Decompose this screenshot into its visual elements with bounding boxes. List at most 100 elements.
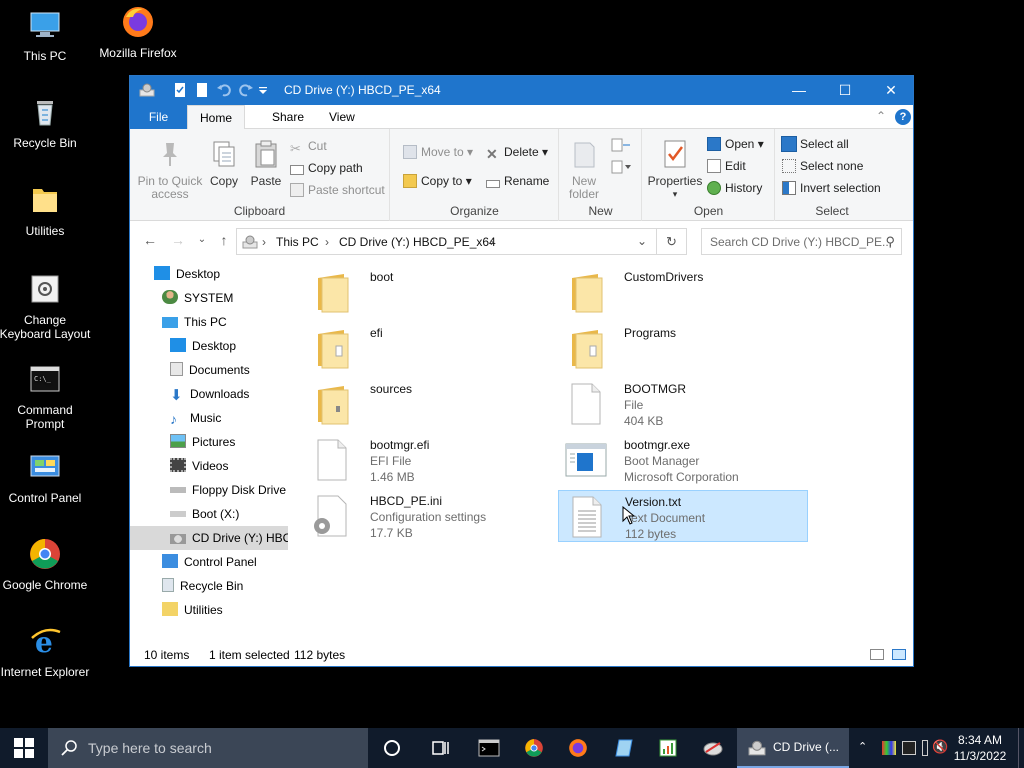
collapse-ribbon-icon[interactable]: ⌃	[876, 109, 886, 123]
volume-muted-icon[interactable]: 🔇	[932, 739, 948, 755]
undo-icon[interactable]	[216, 82, 232, 98]
select-all-button[interactable]: Select all	[781, 135, 849, 153]
nav-item-desktop[interactable]: Desktop	[154, 266, 220, 286]
desktop-icon-recycle-bin[interactable]: Recycle Bin	[0, 95, 93, 150]
breadcrumb-cd-drive[interactable]: CD Drive (Y:) HBCD_PE_x64	[339, 235, 496, 249]
taskbar-app-chrome[interactable]	[512, 728, 556, 768]
back-button[interactable]: ←	[140, 232, 160, 248]
cut-button[interactable]: ✂ Cut	[290, 137, 327, 156]
chevron-down-icon[interactable]	[258, 82, 268, 98]
large-icons-view-icon[interactable]	[892, 649, 906, 660]
paste-button[interactable]: Paste	[246, 139, 286, 188]
show-desktop-button[interactable]	[1018, 728, 1024, 768]
nav-item-this-pc[interactable]: This PC	[162, 310, 227, 334]
help-icon[interactable]: ?	[895, 109, 911, 125]
taskbar-app-spreadsheet[interactable]	[646, 728, 690, 768]
usb-icon[interactable]	[922, 740, 928, 756]
list-item[interactable]: CustomDrivers	[558, 266, 808, 318]
nav-item-documents[interactable]: Documents	[170, 358, 250, 382]
rename-button[interactable]: Rename	[486, 172, 549, 190]
paste-shortcut-button[interactable]: Paste shortcut	[290, 181, 385, 199]
minimize-button[interactable]: —	[776, 76, 822, 105]
list-item-selected[interactable]: Version.txt Text Document 112 bytes	[558, 490, 808, 542]
tab-view[interactable]: View	[317, 105, 367, 129]
address-bar[interactable]: › This PC › CD Drive (Y:) HBCD_PE_x64 › …	[236, 228, 657, 255]
taskbar-search-input[interactable]: Type here to search	[48, 728, 368, 768]
nav-item-floppy[interactable]: Floppy Disk Drive	[170, 478, 286, 502]
nav-item-videos[interactable]: Videos	[170, 454, 228, 478]
new-folder-button[interactable]: New folder	[566, 139, 602, 201]
close-button[interactable]: ✕	[868, 76, 914, 105]
easy-access-icon[interactable]	[610, 159, 632, 175]
taskbar-app-tool[interactable]	[690, 728, 734, 768]
tab-home[interactable]: Home	[187, 105, 246, 130]
nav-item-recycle-bin[interactable]: Recycle Bin	[162, 574, 243, 598]
open-button[interactable]: Open ▾	[707, 135, 764, 153]
copy-path-button[interactable]: Copy path	[290, 159, 363, 177]
display-icon[interactable]	[902, 741, 916, 755]
cortana-button[interactable]	[370, 728, 414, 768]
select-none-button[interactable]: Select none	[782, 157, 863, 175]
move-to-button[interactable]: Move to ▾	[403, 143, 473, 161]
recent-locations-button[interactable]: ⌄	[192, 234, 212, 245]
nav-item-cd-drive[interactable]: CD Drive (Y:) HBC	[130, 526, 288, 550]
tab-share[interactable]: Share	[260, 105, 316, 129]
start-button[interactable]	[0, 728, 48, 768]
invert-selection-button[interactable]: Invert selection	[782, 179, 881, 197]
desktop-icon-command-prompt[interactable]: C:\_ Command Prompt	[0, 362, 93, 431]
properties-icon[interactable]	[172, 82, 188, 98]
up-button[interactable]: ↑	[214, 232, 234, 248]
delete-button[interactable]: ✕ Delete ▾	[486, 143, 548, 162]
tray-overflow-icon[interactable]: ⌃	[858, 740, 867, 753]
list-item[interactable]: bootmgr.exe Boot Manager Microsoft Corpo…	[558, 434, 808, 486]
desktop-icon-firefox[interactable]: Mozilla Firefox	[90, 5, 186, 60]
taskbar-clock[interactable]: 8:34 AM 11/3/2022	[948, 732, 1012, 764]
list-item[interactable]: bootmgr.efi EFI File 1.46 MB	[304, 434, 554, 486]
nav-item-desktop-sub[interactable]: Desktop	[170, 334, 236, 358]
redo-icon[interactable]	[238, 82, 254, 98]
forward-button[interactable]: →	[168, 232, 188, 248]
nav-item-system[interactable]: SYSTEM	[162, 286, 233, 310]
search-input[interactable]: Search CD Drive (Y:) HBCD_PE... ⚲	[701, 228, 902, 255]
nav-item-control-panel[interactable]: Control Panel	[162, 550, 257, 574]
list-item[interactable]: sources	[304, 378, 554, 430]
history-button[interactable]: History	[707, 179, 762, 197]
refresh-button[interactable]: ↻	[657, 228, 687, 255]
breadcrumb-this-pc[interactable]: This PC	[276, 235, 319, 249]
title-bar[interactable]: CD Drive (Y:) HBCD_PE_x64 — ☐ ✕	[130, 76, 913, 105]
copy-button[interactable]: Copy	[206, 139, 242, 188]
new-item-icon[interactable]	[610, 137, 632, 153]
desktop-icon-internet-explorer[interactable]: e Internet Explorer	[0, 624, 93, 679]
edit-button[interactable]: Edit	[707, 157, 746, 175]
taskbar-app-firefox[interactable]	[556, 728, 600, 768]
new-folder-icon[interactable]	[194, 82, 210, 98]
address-dropdown-icon[interactable]: ⌄	[637, 234, 647, 248]
taskbar-app-command-prompt[interactable]	[466, 728, 510, 768]
list-item[interactable]: BOOTMGR File 404 KB	[558, 378, 808, 430]
desktop-icon-control-panel[interactable]: Control Panel	[0, 450, 93, 505]
details-view-icon[interactable]	[870, 649, 884, 660]
color-display-icon[interactable]	[882, 741, 896, 755]
select-all-icon	[781, 136, 797, 152]
taskbar-app-explorer-active[interactable]: CD Drive (...	[737, 728, 849, 768]
list-item[interactable]: boot	[304, 266, 554, 318]
taskbar-active-window-label: CD Drive (...	[773, 740, 839, 754]
nav-item-music[interactable]: ♪ Music	[170, 406, 221, 430]
taskbar-app-notepad[interactable]	[602, 728, 646, 768]
list-item[interactable]: efi	[304, 322, 554, 374]
desktop-icon-this-pc[interactable]: This PC	[0, 8, 93, 63]
nav-item-boot-x[interactable]: Boot (X:)	[170, 502, 239, 526]
copy-to-button[interactable]: Copy to ▾	[403, 172, 472, 190]
nav-item-pictures[interactable]: Pictures	[170, 430, 235, 454]
maximize-button[interactable]: ☐	[822, 76, 868, 105]
desktop-icon-keyboard-layout[interactable]: Change Keyboard Layout	[0, 272, 93, 341]
desktop-icon-utilities[interactable]: Utilities	[0, 183, 93, 238]
list-item[interactable]: HBCD_PE.ini Configuration settings 17.7 …	[304, 490, 554, 542]
list-item[interactable]: Programs	[558, 322, 808, 374]
properties-button[interactable]: Properties ▾	[645, 139, 705, 201]
task-view-button[interactable]	[418, 728, 462, 768]
nav-item-utilities[interactable]: Utilities	[162, 598, 223, 622]
pin-to-quick-access-button[interactable]: Pin to Quick access	[136, 139, 204, 201]
desktop-icon-chrome[interactable]: Google Chrome	[0, 537, 93, 592]
nav-item-downloads[interactable]: ⬇ Downloads	[170, 382, 249, 406]
